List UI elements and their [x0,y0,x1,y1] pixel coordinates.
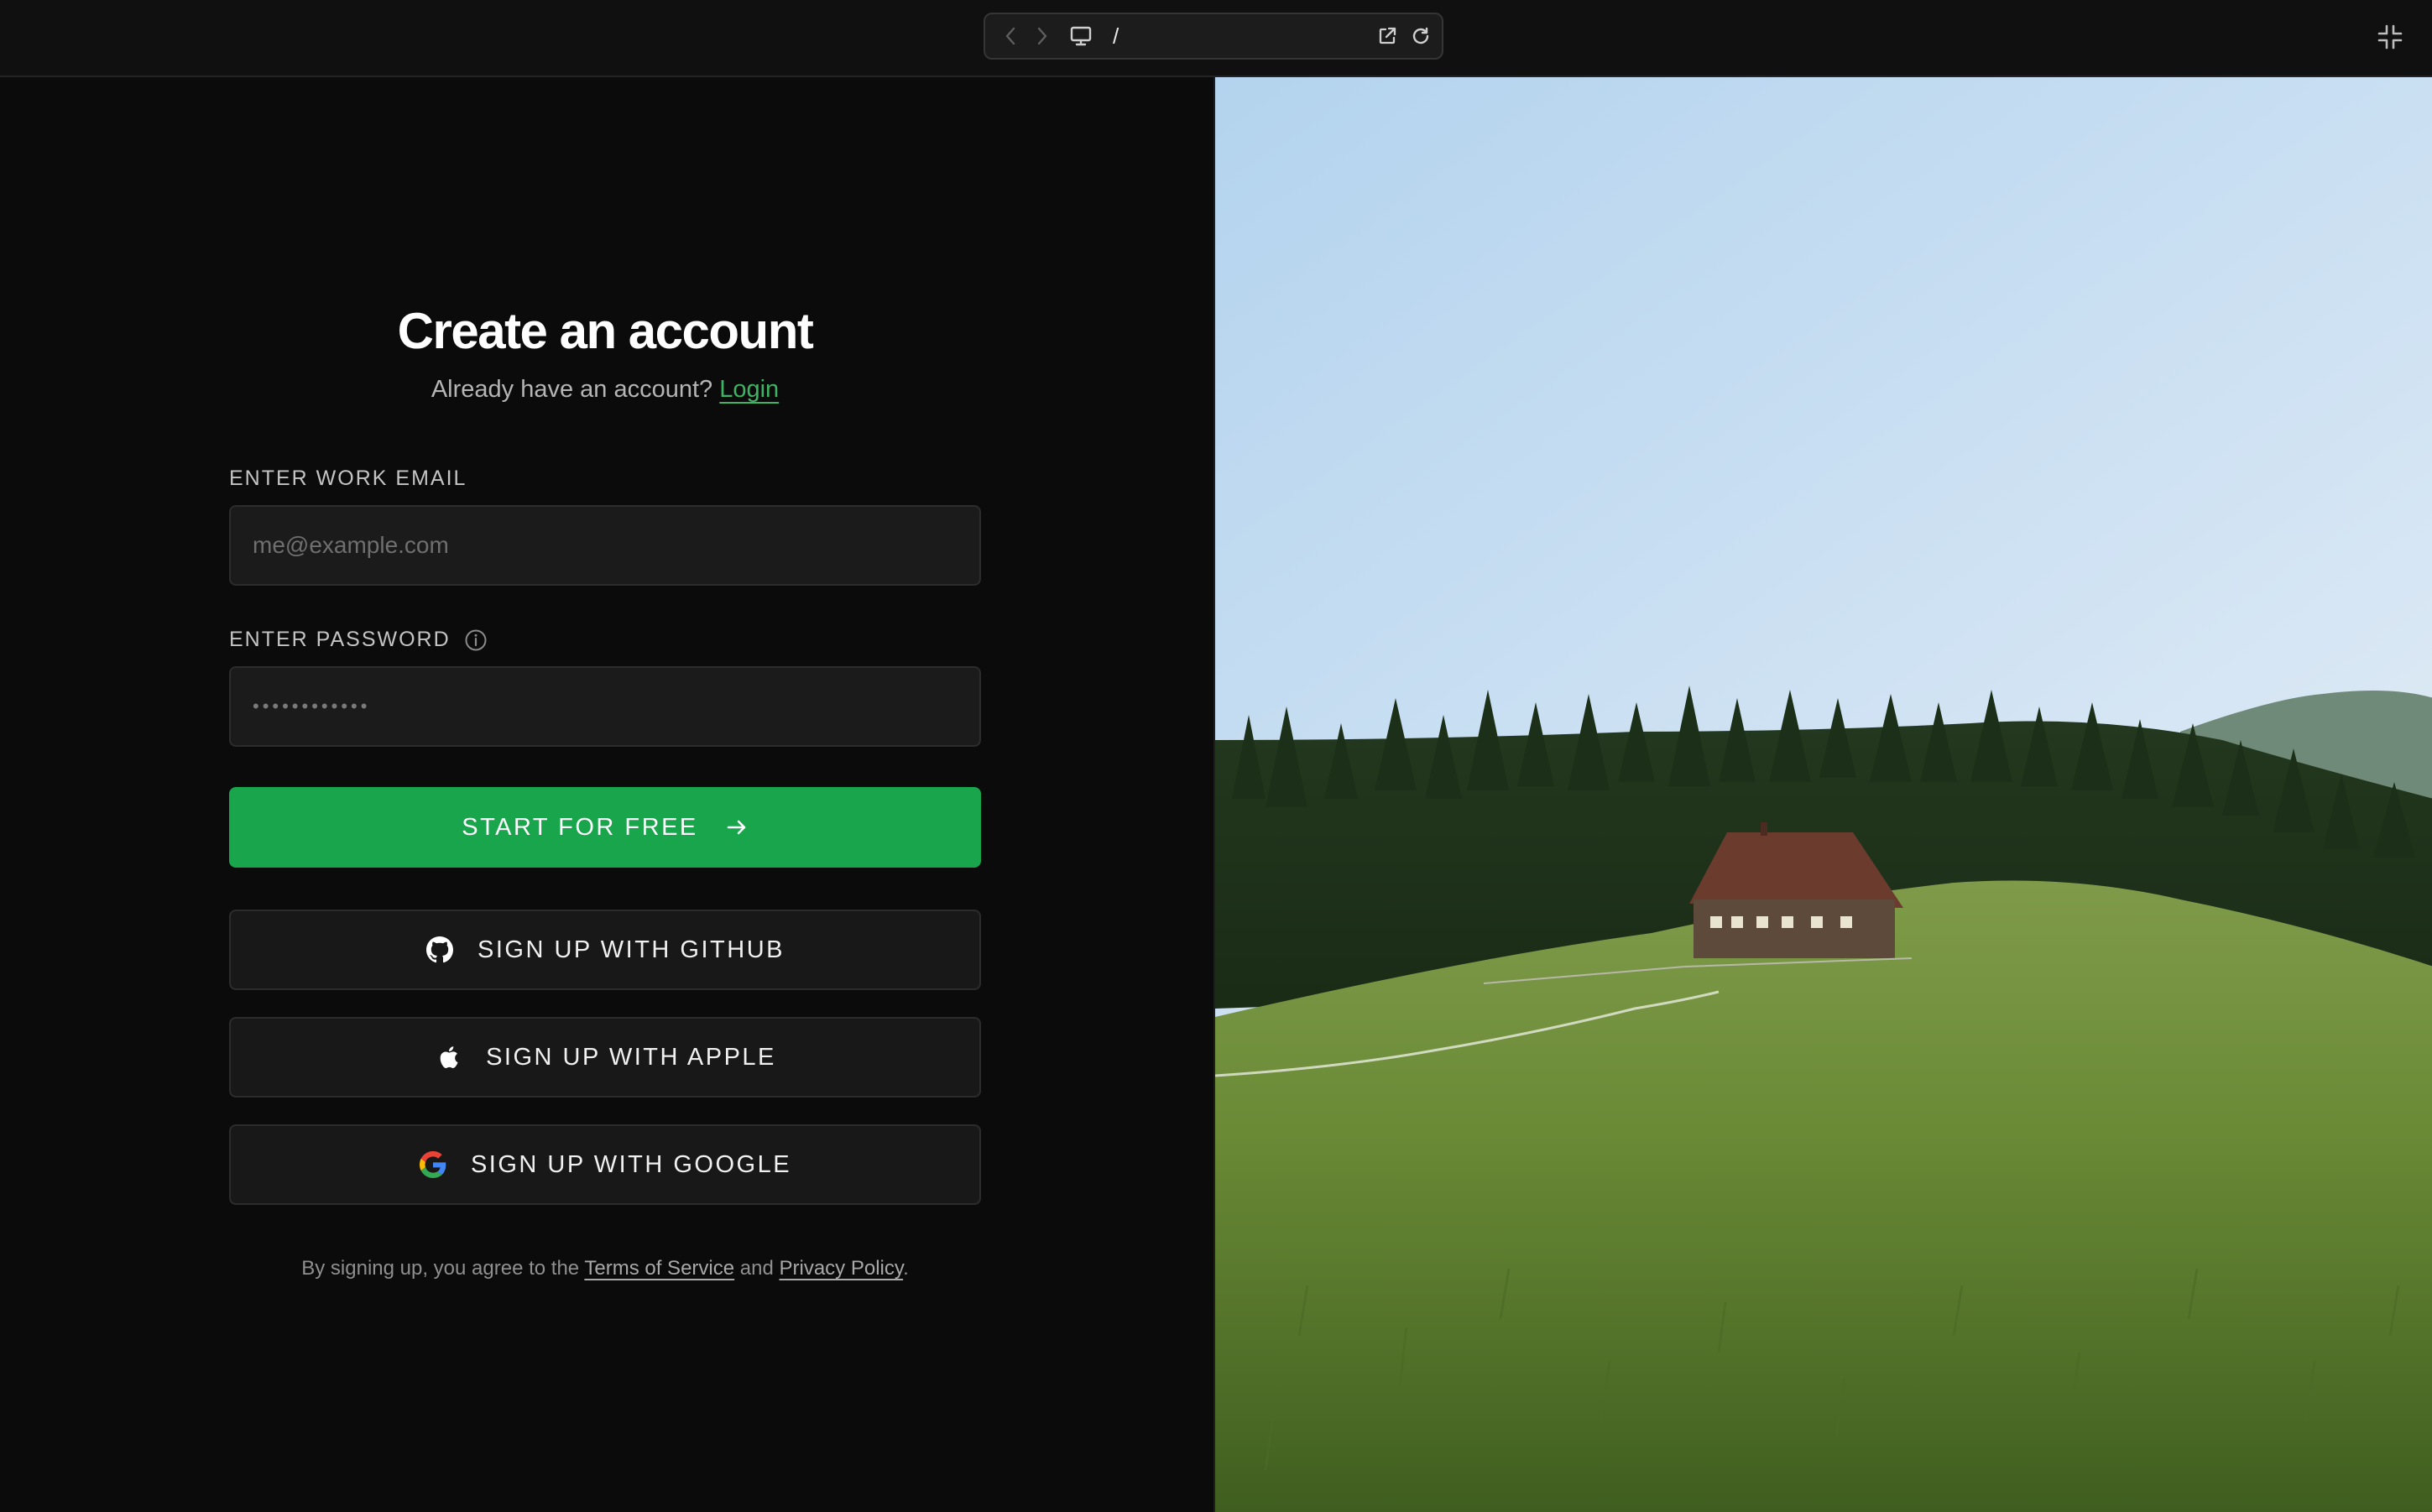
github-signup-label: SIGN UP WITH GITHUB [478,936,785,963]
external-link-icon[interactable] [1375,14,1400,58]
signup-panel: Create an account Already have an accoun… [0,77,1213,1512]
info-icon[interactable] [464,628,488,652]
login-prompt: Already have an account? Login [229,376,981,404]
password-label-text: ENTER PASSWORD [229,628,451,651]
address-bar[interactable]: / [984,13,1443,60]
apple-icon [434,1043,462,1071]
privacy-link[interactable]: Privacy Policy [779,1257,903,1280]
legal-and: and [739,1257,774,1280]
apple-signup-button[interactable]: SIGN UP WITH APPLE [229,1017,981,1098]
login-prompt-text: Already have an account? [431,376,713,403]
github-signup-button[interactable]: SIGN UP WITH GITHUB [229,910,981,990]
address-path[interactable]: / [1113,14,1119,58]
hero-landscape-image [1213,77,2432,1512]
email-field[interactable] [229,505,981,586]
google-signup-button[interactable]: SIGN UP WITH GOOGLE [229,1124,981,1205]
terms-link[interactable]: Terms of Service [584,1257,734,1280]
minimize-icon[interactable] [2375,22,2405,52]
chevron-left-icon[interactable] [1000,14,1020,58]
apple-signup-label: SIGN UP WITH APPLE [486,1043,776,1071]
password-field[interactable] [229,666,981,747]
arrow-right-icon [725,816,749,839]
legal-prefix: By signing up, you agree to the [301,1257,580,1280]
chevron-right-icon[interactable] [1032,14,1052,58]
start-for-free-label: START FOR FREE [462,813,698,841]
page-title: Create an account [397,303,814,359]
browser-toolbar: / [0,0,2432,77]
login-link[interactable]: Login [719,376,779,403]
legal-notice: By signing up, you agree to the Terms of… [229,1257,981,1280]
google-icon [419,1150,447,1179]
google-signup-label: SIGN UP WITH GOOGLE [470,1150,792,1178]
email-label: ENTER WORK EMAIL [229,467,467,491]
github-icon [425,936,454,964]
email-label-text: ENTER WORK EMAIL [229,467,467,490]
password-label: ENTER PASSWORD [229,628,488,652]
monitor-icon[interactable] [1067,14,1094,58]
legal-suffix: . [903,1257,909,1280]
reload-icon[interactable] [1408,14,1433,58]
start-for-free-button[interactable]: START FOR FREE [229,787,981,868]
